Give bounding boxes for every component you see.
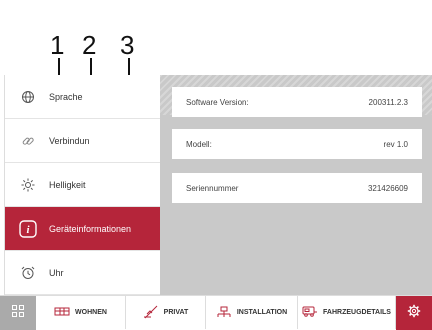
tab-installation[interactable]: INSTALLATION: [206, 296, 298, 329]
callout-2: 2: [82, 30, 97, 60]
tab-label: PRIVAT: [163, 309, 189, 316]
bottom-nav-bar: WOHNEN PRIVAT INSTALLATION FAHRZEUGDETAI…: [0, 295, 432, 330]
sidebar-item-helligkeit[interactable]: Helligkeit: [5, 163, 161, 207]
info-row-seriennummer: Seriennummer 321426609: [172, 173, 422, 203]
grid-icon: [12, 304, 24, 322]
living-icon: [54, 307, 75, 319]
tab-label: INSTALLATION: [236, 309, 288, 316]
callout-3: 3: [120, 30, 135, 60]
sidebar-item-label: Geräteinformationen: [49, 223, 132, 234]
settings-sidebar: Sprache Verbindun Helligkeit i Geräteinf…: [4, 75, 161, 295]
tab-privat[interactable]: PRIVAT: [126, 296, 206, 329]
installation-icon: [216, 306, 237, 320]
info-value: 321426609: [367, 183, 408, 193]
sidebar-item-geraeteinformationen[interactable]: i Geräteinformationen: [5, 207, 161, 251]
svg-text:i: i: [26, 224, 30, 236]
sidebar-item-verbindung[interactable]: Verbindun: [5, 119, 161, 163]
callout-layer: 1 2 3: [0, 0, 432, 70]
vehicle-icon: [302, 306, 323, 319]
info-row-software-version: Software Version: 200311.2.3: [172, 87, 422, 117]
tab-wohnen[interactable]: WOHNEN: [36, 296, 126, 329]
sidebar-item-label: Sprache: [49, 91, 83, 102]
private-icon: [143, 305, 164, 321]
brightness-icon: [19, 176, 37, 194]
info-row-modell: Modell: rev 1.0: [172, 129, 422, 159]
link-icon: [19, 132, 37, 150]
info-label: Modell:: [186, 139, 212, 149]
tab-label: WOHNEN: [75, 309, 107, 316]
tab-fahrzeugdetails[interactable]: FAHRZEUGDETAILS: [298, 296, 396, 329]
sidebar-item-label: Uhr: [49, 267, 64, 278]
sidebar-item-label: Helligkeit: [49, 179, 86, 190]
sidebar-item-label: Verbindun: [49, 135, 90, 146]
tab-label: FAHRZEUGDETAILS: [323, 309, 391, 316]
callout-1: 1: [50, 30, 65, 60]
sidebar-item-uhr[interactable]: Uhr: [5, 251, 161, 295]
gear-icon: [407, 304, 421, 323]
device-info-panel: Software Version: 200311.2.3 Modell: rev…: [160, 75, 432, 295]
info-value: 200311.2.3: [368, 97, 408, 107]
info-label: Software Version:: [186, 97, 249, 107]
info-icon: i: [19, 219, 37, 238]
apps-grid-button[interactable]: [0, 296, 36, 330]
info-label: Seriennummer: [186, 183, 239, 193]
settings-button[interactable]: [396, 296, 432, 330]
info-value: rev 1.0: [383, 139, 408, 149]
alarm-clock-icon: [19, 264, 37, 282]
globe-icon: [19, 88, 37, 106]
sidebar-item-sprache[interactable]: Sprache: [5, 75, 161, 119]
